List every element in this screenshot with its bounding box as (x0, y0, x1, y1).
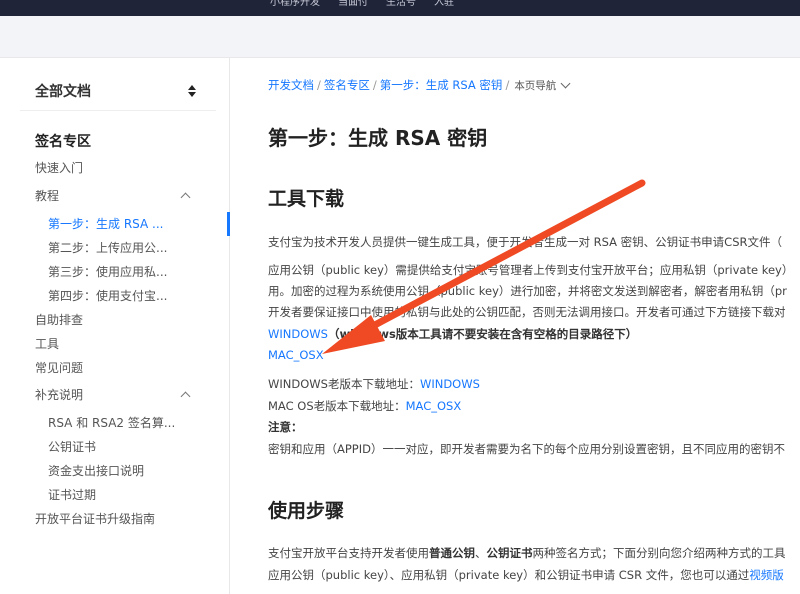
breadcrumb: 开发文档 / 签名专区 / 第一步：生成 RSA 密钥 / 本页导航 (268, 77, 571, 93)
note-label: 注意： (268, 420, 303, 434)
old-mac-row: MAC OS老版本下载地址：MAC_OSX (268, 398, 461, 414)
doc-content: 开发文档 / 签名专区 / 第一步：生成 RSA 密钥 / 本页导航 第一步：生… (230, 58, 800, 594)
sidebar-item-fund-api[interactable]: 资金支出接口说明 (48, 462, 144, 479)
sidebar-item-step1[interactable]: 第一步：生成 RSA ... (48, 215, 163, 232)
top-nav-face-to-face-pay[interactable]: 当面付 (338, 0, 368, 10)
sidebar-item-self-check[interactable]: 自助排查 (35, 311, 83, 328)
section-heading-usage-steps: 使用步骤 (268, 500, 345, 522)
usage-text: 应用公钥（public key）、应用私钥（private key）和公钥证书申… (268, 568, 750, 582)
windows-download-link[interactable]: WINDOWS (268, 327, 328, 341)
sidebar-item-cert-upgrade[interactable]: 开放平台证书升级指南 (35, 510, 155, 527)
paragraph-public-key-line2: 用。加密的过程为系统使用公钥（public key）进行加密，并将密文发送到解密… (268, 284, 787, 298)
usage-text: 支付宝开放平台支持开发者使用 (268, 546, 429, 560)
breadcrumb-separator: / (372, 78, 377, 92)
sidebar-item-quick-start[interactable]: 快速入门 (35, 159, 83, 176)
top-nav-join[interactable]: 入驻 (434, 0, 454, 10)
sidebar-item-public-cert[interactable]: 公钥证书 (48, 438, 96, 455)
note-text: 密钥和应用（APPID）一一对应，即开发者需要为名下的每个应用分别设置密钥，且不… (268, 442, 785, 456)
section-heading-tool-download: 工具下载 (268, 188, 345, 210)
page-nav-dropdown[interactable]: 本页导航 (514, 78, 556, 93)
sidebar-section-title: 签名专区 (35, 134, 91, 150)
paragraph-intro: 支付宝为技术开发人员提供一键生成工具，便于开发者生成一对 RSA 密钥、公钥证书… (268, 235, 782, 249)
chevron-down-icon[interactable] (560, 78, 571, 88)
sidebar-item-cert-expire[interactable]: 证书过期 (48, 486, 96, 503)
breadcrumb-dev-docs[interactable]: 开发文档 (268, 77, 314, 93)
usage-public-cert: 公钥证书 (486, 546, 533, 560)
breadcrumb-step1[interactable]: 第一步：生成 RSA 密钥 (380, 77, 503, 93)
chevron-up-icon[interactable] (181, 191, 189, 199)
mac-download-link[interactable]: MAC_OSX (268, 348, 324, 362)
chevron-up-icon[interactable] (181, 390, 189, 398)
old-windows-link[interactable]: WINDOWS (420, 377, 480, 391)
breadcrumb-separator: / (317, 78, 321, 92)
old-windows-label: WINDOWS老版本下载地址： (268, 377, 420, 391)
windows-install-note: （windows版本工具请不要安装在含有空格的目录路径下） (327, 327, 638, 341)
old-windows-row: WINDOWS老版本下载地址：WINDOWS (268, 376, 480, 392)
paragraph-usage-line1: 支付宝开放平台支持开发者使用普通公钥、公钥证书两种签名方式；下面分别向您介绍两种… (268, 545, 786, 561)
old-mac-link[interactable]: MAC_OSX (406, 399, 462, 413)
usage-text: 、 (475, 546, 487, 560)
doc-sidebar: 全部文档 签名专区 快速入门 教程 第一步：生成 RSA ... 第二步：上传应… (0, 58, 230, 594)
top-nav-life-account[interactable]: 生活号 (386, 0, 416, 10)
breadcrumb-separator: / (505, 78, 510, 92)
all-docs-dropdown[interactable]: 全部文档 (20, 71, 216, 111)
sidebar-item-rsa-rsa2[interactable]: RSA 和 RSA2 签名算... (48, 414, 175, 431)
mac-download-row: MAC_OSX (268, 348, 324, 362)
sort-toggle-icon (188, 84, 196, 97)
sidebar-item-tutorial[interactable]: 教程 (35, 187, 59, 204)
usage-normal-key: 普通公钥 (429, 546, 475, 560)
sidebar-item-step2[interactable]: 第二步：上传应用公... (48, 239, 167, 256)
top-nav-mini-program[interactable]: 小程序开发 (270, 0, 320, 10)
top-navigation-bar: 小程序开发 当面付 生活号 入驻 (0, 0, 800, 16)
sidebar-item-step3[interactable]: 第三步：使用应用私... (48, 263, 167, 280)
page-title: 第一步：生成 RSA 密钥 (268, 126, 488, 150)
sidebar-item-tools[interactable]: 工具 (35, 335, 59, 352)
breadcrumb-sign-zone[interactable]: 签名专区 (324, 77, 370, 93)
paragraph-usage-line2: 应用公钥（public key）、应用私钥（private key）和公钥证书申… (268, 567, 784, 583)
sidebar-item-supplement[interactable]: 补充说明 (35, 386, 83, 403)
header-spacer (0, 16, 800, 58)
all-docs-label: 全部文档 (35, 83, 91, 100)
sidebar-item-faq[interactable]: 常见问题 (35, 359, 83, 376)
paragraph-public-key-line3: 开发者要保证接口中使用的私钥与此处的公钥匹配，否则无法调用接口。开发者可通过下方… (268, 305, 786, 319)
video-version-link[interactable]: 视频版 (749, 568, 784, 582)
top-nav-links: 小程序开发 当面付 生活号 入驻 (270, 0, 454, 10)
sidebar-item-step4[interactable]: 第四步：使用支付宝... (48, 287, 167, 304)
paragraph-public-key-line1: 应用公钥（public key）需提供给支付宝账号管理者上传到支付宝开放平台；应… (268, 263, 794, 277)
old-mac-label: MAC OS老版本下载地址： (268, 399, 406, 413)
usage-text: 两种签名方式；下面分别向您介绍两种方式的工具 (532, 546, 786, 560)
windows-download-row: WINDOWS（windows版本工具请不要安装在含有空格的目录路径下） (268, 326, 637, 342)
